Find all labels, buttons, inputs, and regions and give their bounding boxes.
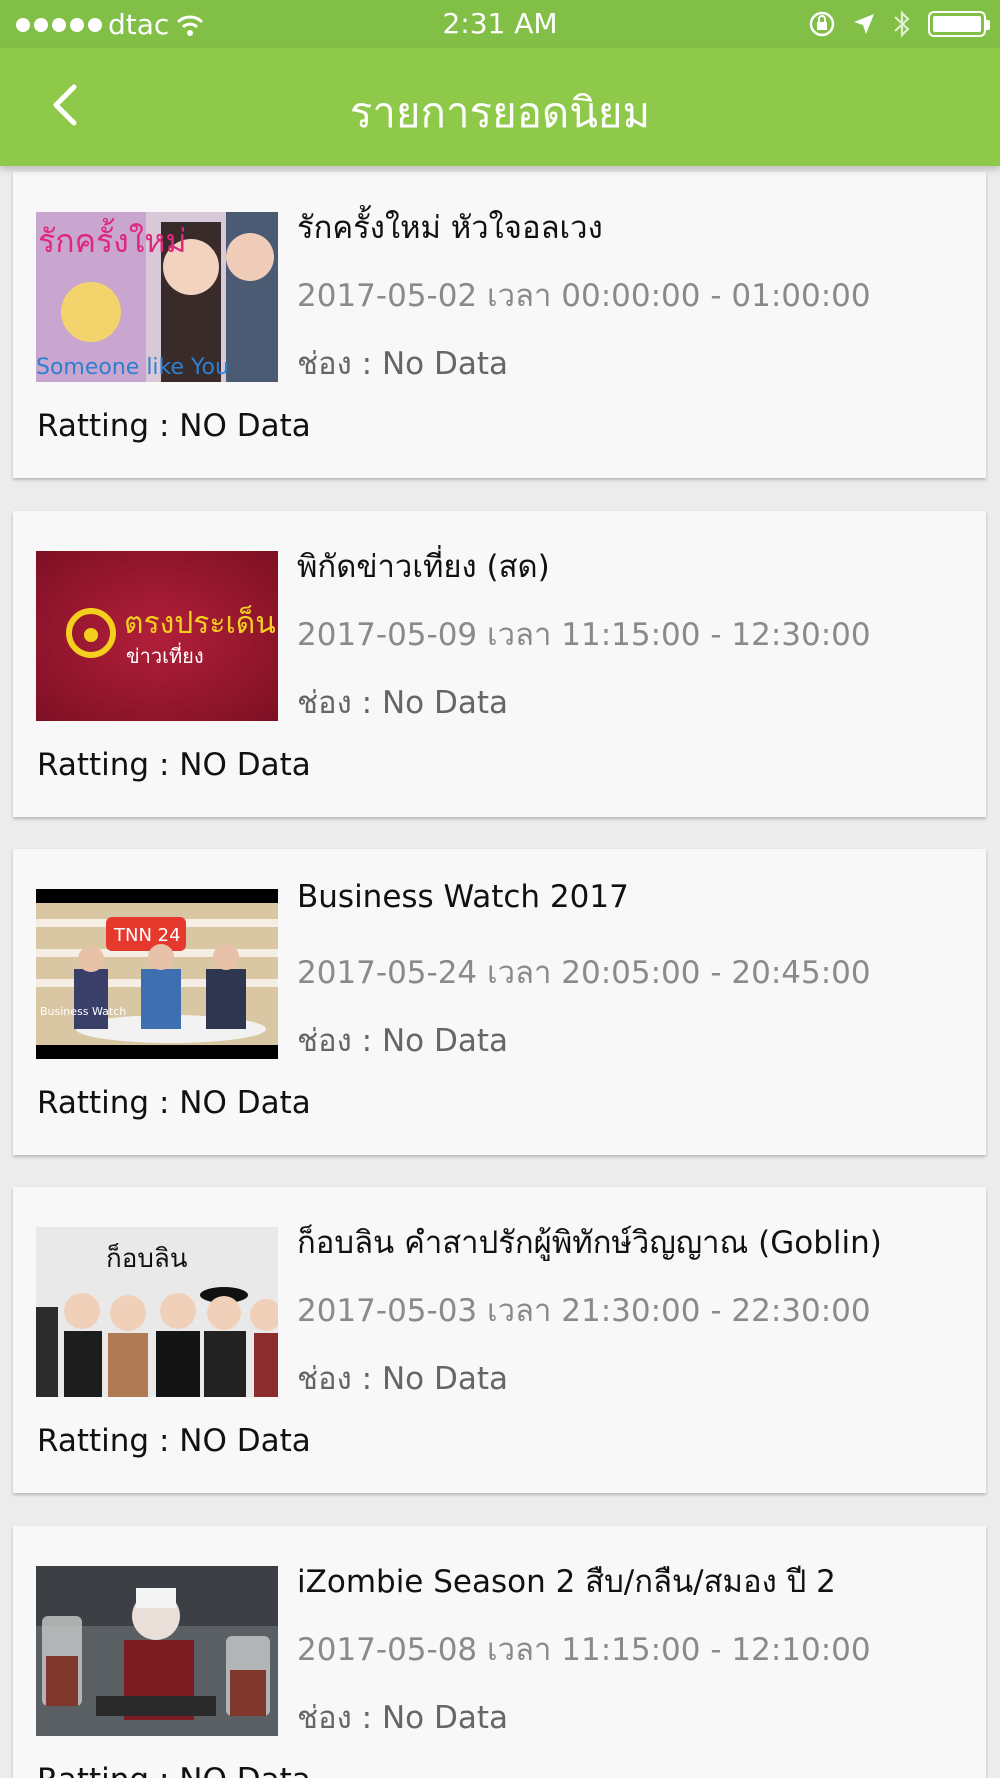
program-thumbnail: ก็อบลิน [36,1227,278,1397]
thumbnail-title-overlay: ตรงประเด็น [124,604,276,641]
program-rating: Ratting : NO Data [37,1762,311,1778]
program-title: ก็อบลิน คำสาปรักผู้พิทักษ์วิญญาณ (Goblin… [297,1225,882,1261]
rotation-lock-icon [809,11,835,37]
thumbnail-caption: Someone like You [36,355,229,380]
bluetooth-icon [894,10,910,38]
program-thumbnail: TNN 24 Business Watch [36,889,278,1059]
program-rating: Ratting : NO Data [37,747,311,783]
program-datetime: 2017-05-09 เวลา 11:15:00 - 12:30:00 [297,617,871,653]
program-channel: ช่อง : No Data [297,1361,508,1397]
battery-icon [928,11,990,37]
status-icons [808,9,990,39]
thumbnail-caption: Business Watch [40,1005,126,1018]
program-channel: ช่อง : No Data [297,685,508,721]
program-card[interactable]: ก็อบลิน ก็อบลิน คำสาปรักผู้พิทักษ์วิญญาณ… [13,1187,986,1493]
thumbnail-title-overlay: ก็อบลิน [106,1242,188,1274]
status-bar: dtac 2:31 AM [0,0,1000,48]
program-list[interactable]: รักครั้งใหม่ Someone like You รักครั้งให… [0,166,1000,1778]
program-rating: Ratting : NO Data [37,1423,311,1459]
program-channel: ช่อง : No Data [297,346,508,382]
thumbnail-logo-text: TNN 24 [113,925,181,946]
program-thumbnail: รักครั้งใหม่ Someone like You [36,212,278,382]
program-datetime: 2017-05-02 เวลา 00:00:00 - 01:00:00 [297,278,871,314]
location-arrow-icon [854,14,874,34]
program-datetime: 2017-05-03 เวลา 21:30:00 - 22:30:00 [297,1293,871,1329]
program-rating: Ratting : NO Data [37,408,311,444]
thumbnail-title-overlay: รักครั้งใหม่ [38,218,187,260]
program-title: Business Watch 2017 [297,879,629,915]
program-channel: ช่อง : No Data [297,1700,508,1736]
program-rating: Ratting : NO Data [37,1085,311,1121]
thumbnail-caption: ข่าวเที่ยง [126,642,204,668]
program-card[interactable]: iZombie Season 2 สืบ/กลืน/สมอง ปี 2 2017… [13,1526,986,1778]
program-title: รักครั้งใหม่ หัวใจอลเวง [297,210,603,246]
program-card[interactable]: รักครั้งใหม่ Someone like You รักครั้งให… [13,172,986,478]
program-card[interactable]: TNN 24 Business Watch Business Watch 201… [13,849,986,1155]
nav-bar: รายการยอดนิยม [0,48,1000,166]
program-thumbnail: ตรงประเด็น ข่าวเที่ยง [36,551,278,721]
program-title: พิกัดข่าวเที่ยง (สด) [297,549,550,585]
program-datetime: 2017-05-24 เวลา 20:05:00 - 20:45:00 [297,955,871,991]
program-title: iZombie Season 2 สืบ/กลืน/สมอง ปี 2 [297,1564,836,1600]
program-channel: ช่อง : No Data [297,1023,508,1059]
program-datetime: 2017-05-08 เวลา 11:15:00 - 12:10:00 [297,1632,871,1668]
program-card[interactable]: ตรงประเด็น ข่าวเที่ยง พิกัดข่าวเที่ยง (ส… [13,511,986,817]
page-title: รายการยอดนิยม [349,88,651,137]
program-thumbnail [36,1566,278,1736]
